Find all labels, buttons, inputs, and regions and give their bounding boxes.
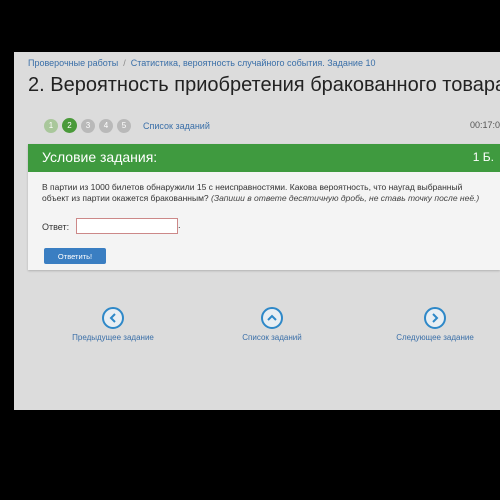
task-list-label: Список заданий — [242, 333, 302, 342]
task-navigation: 1 2 3 4 5 Список заданий — [44, 118, 210, 133]
answer-input[interactable] — [76, 218, 178, 234]
task-step-1[interactable]: 1 — [44, 118, 58, 133]
breadcrumb-root[interactable]: Проверочные работы — [28, 58, 118, 68]
chevron-right-icon — [424, 307, 446, 329]
task-card: Условие задания: 1 Б. В партии из 1000 б… — [28, 144, 500, 270]
breadcrumb-separator: / — [123, 58, 126, 68]
question-hint: (Запиши в ответе десятичную дробь, не ст… — [211, 193, 480, 203]
timer: 00:17:0 — [469, 120, 500, 130]
chevron-up-icon — [261, 307, 283, 329]
task-list-button[interactable]: Список заданий — [217, 307, 327, 342]
task-step-2[interactable]: 2 — [62, 118, 77, 133]
task-step-5[interactable]: 5 — [117, 118, 131, 133]
chevron-left-icon — [102, 307, 124, 329]
task-list-link[interactable]: Список заданий — [143, 121, 210, 131]
page-title: 2. Вероятность приобретения бракованного… — [28, 74, 500, 96]
question-text: В партии из 1000 билетов обнаружили 15 с… — [42, 182, 482, 204]
breadcrumb-section[interactable]: Статистика, вероятность случайного событ… — [131, 58, 376, 68]
browser-screen: Проверочные работы / Статистика, вероятнос… — [14, 52, 500, 410]
answer-label: Ответ: — [42, 222, 70, 232]
task-card-header: Условие задания: 1 Б. — [28, 144, 500, 172]
previous-task-label: Предыдущее задание — [72, 333, 154, 342]
answer-suffix: . — [178, 220, 181, 230]
next-task-button[interactable]: Следующее задание — [380, 307, 490, 342]
breadcrumb: Проверочные работы / Статистика, вероятнос… — [28, 58, 375, 68]
submit-button[interactable]: Ответить! — [44, 248, 106, 264]
task-card-title: Условие задания: — [42, 149, 158, 165]
task-step-4[interactable]: 4 — [99, 118, 113, 133]
task-step-3[interactable]: 3 — [81, 118, 95, 133]
previous-task-button[interactable]: Предыдущее задание — [58, 307, 168, 342]
next-task-label: Следующее задание — [396, 333, 474, 342]
points-badge: 1 Б. — [472, 150, 494, 164]
